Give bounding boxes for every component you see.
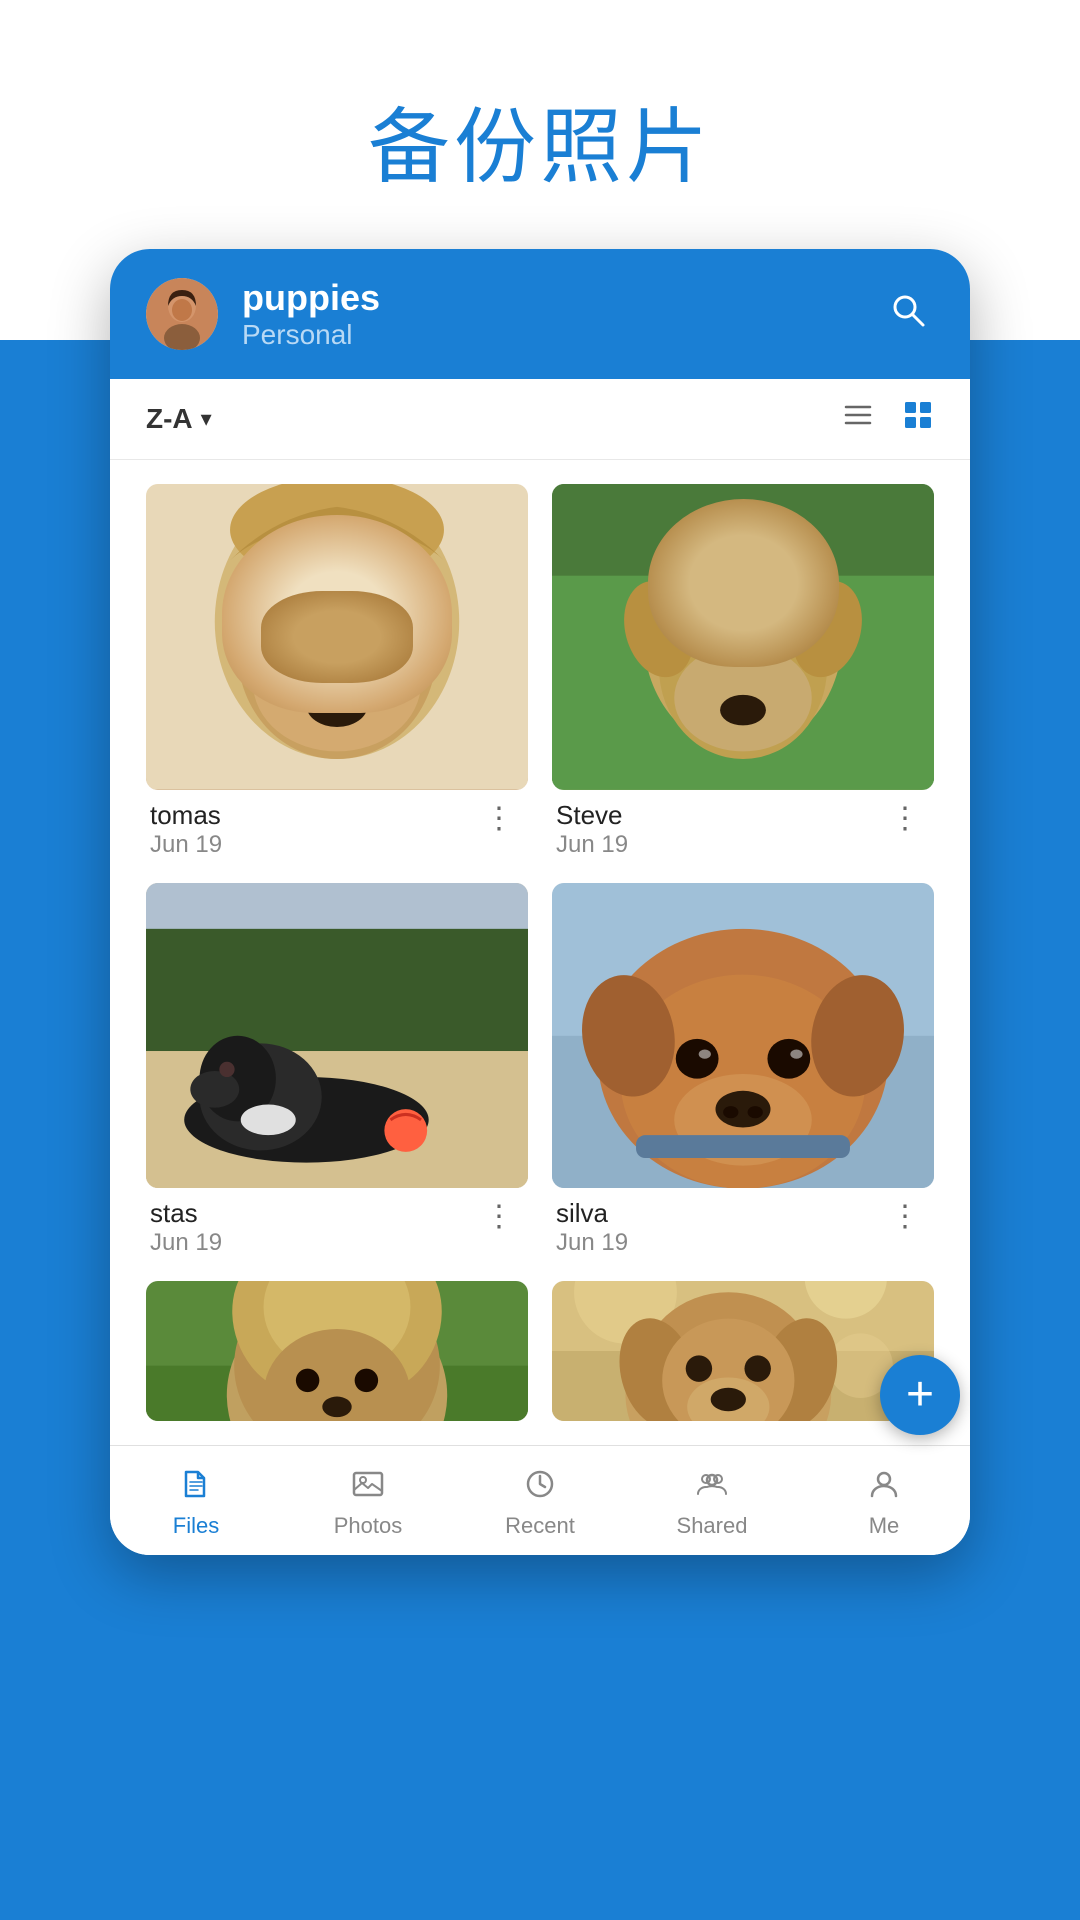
nav-me[interactable]: Me (798, 1462, 970, 1543)
photo-grid: tomas Jun 19 ⋮ (110, 460, 970, 1445)
more-button-steve[interactable]: ⋮ (882, 800, 930, 838)
item-text-steve: Steve Jun 19 (556, 800, 882, 859)
nav-recent[interactable]: Recent (454, 1462, 626, 1543)
grid-item-steve[interactable]: Steve Jun 19 ⋮ (552, 484, 934, 859)
header-subtitle: Personal (242, 319, 858, 351)
item-date-stas: Jun 19 (150, 1229, 476, 1257)
item-date-silva: Jun 19 (556, 1229, 882, 1257)
more-button-silva[interactable]: ⋮ (882, 1198, 930, 1236)
item-info-tomas: tomas Jun 19 ⋮ (146, 790, 528, 859)
more-button-stas[interactable]: ⋮ (476, 1198, 524, 1236)
list-view-button[interactable] (842, 399, 874, 439)
recent-icon (522, 1466, 558, 1507)
sort-label: Z-A (146, 403, 193, 435)
grid-view-button[interactable] (902, 399, 934, 439)
page-title: 备份照片 (368, 80, 712, 199)
bottom-nav: Files Photos Recent (110, 1445, 970, 1555)
grid-item-6[interactable] (552, 1281, 934, 1421)
nav-recent-label: Recent (505, 1513, 575, 1539)
item-name-silva: silva (556, 1198, 882, 1229)
nav-shared-label: Shared (677, 1513, 748, 1539)
more-button-tomas[interactable]: ⋮ (476, 800, 524, 838)
nav-files-label: Files (173, 1513, 219, 1539)
sort-selector[interactable]: Z-A ▾ (146, 403, 212, 435)
grid-item-stas[interactable]: stas Jun 19 ⋮ (146, 883, 528, 1258)
me-icon (866, 1466, 902, 1507)
nav-photos[interactable]: Photos (282, 1462, 454, 1543)
nav-shared[interactable]: Shared (626, 1462, 798, 1543)
shared-icon (694, 1466, 730, 1507)
header-title: puppies (242, 277, 858, 319)
nav-files[interactable]: Files (110, 1462, 282, 1543)
nav-me-label: Me (869, 1513, 900, 1539)
item-info-stas: stas Jun 19 ⋮ (146, 1188, 528, 1257)
header-info: puppies Personal (242, 277, 858, 351)
app-header: puppies Personal (110, 249, 970, 379)
grid-item-tomas[interactable]: tomas Jun 19 ⋮ (146, 484, 528, 859)
files-icon (178, 1466, 214, 1507)
item-info-silva: silva Jun 19 ⋮ (552, 1188, 934, 1257)
avatar (146, 278, 218, 350)
photo-steve[interactable] (552, 484, 934, 790)
item-info-steve: Steve Jun 19 ⋮ (552, 790, 934, 859)
photo-stas[interactable] (146, 883, 528, 1189)
photo-silva[interactable] (552, 883, 934, 1189)
grid-item-silva[interactable]: silva Jun 19 ⋮ (552, 883, 934, 1258)
sort-bar: Z-A ▾ (110, 379, 970, 460)
item-date-tomas: Jun 19 (150, 831, 476, 859)
item-text-stas: stas Jun 19 (150, 1198, 476, 1257)
item-name-steve: Steve (556, 800, 882, 831)
item-name-tomas: tomas (150, 800, 476, 831)
photo-5[interactable] (146, 1281, 528, 1421)
photo-tomas[interactable] (146, 484, 528, 790)
search-button[interactable] (882, 284, 934, 345)
item-text-silva: silva Jun 19 (556, 1198, 882, 1257)
grid-item-5[interactable] (146, 1281, 528, 1421)
fab-button[interactable]: + (880, 1355, 960, 1435)
view-icons (842, 399, 934, 439)
photos-icon (350, 1466, 386, 1507)
item-date-steve: Jun 19 (556, 831, 882, 859)
item-text-tomas: tomas Jun 19 (150, 800, 476, 859)
nav-photos-label: Photos (334, 1513, 403, 1539)
item-name-stas: stas (150, 1198, 476, 1229)
photo-6[interactable] (552, 1281, 934, 1421)
chevron-down-icon: ▾ (201, 406, 212, 432)
app-card: puppies Personal Z-A ▾ (110, 249, 970, 1555)
